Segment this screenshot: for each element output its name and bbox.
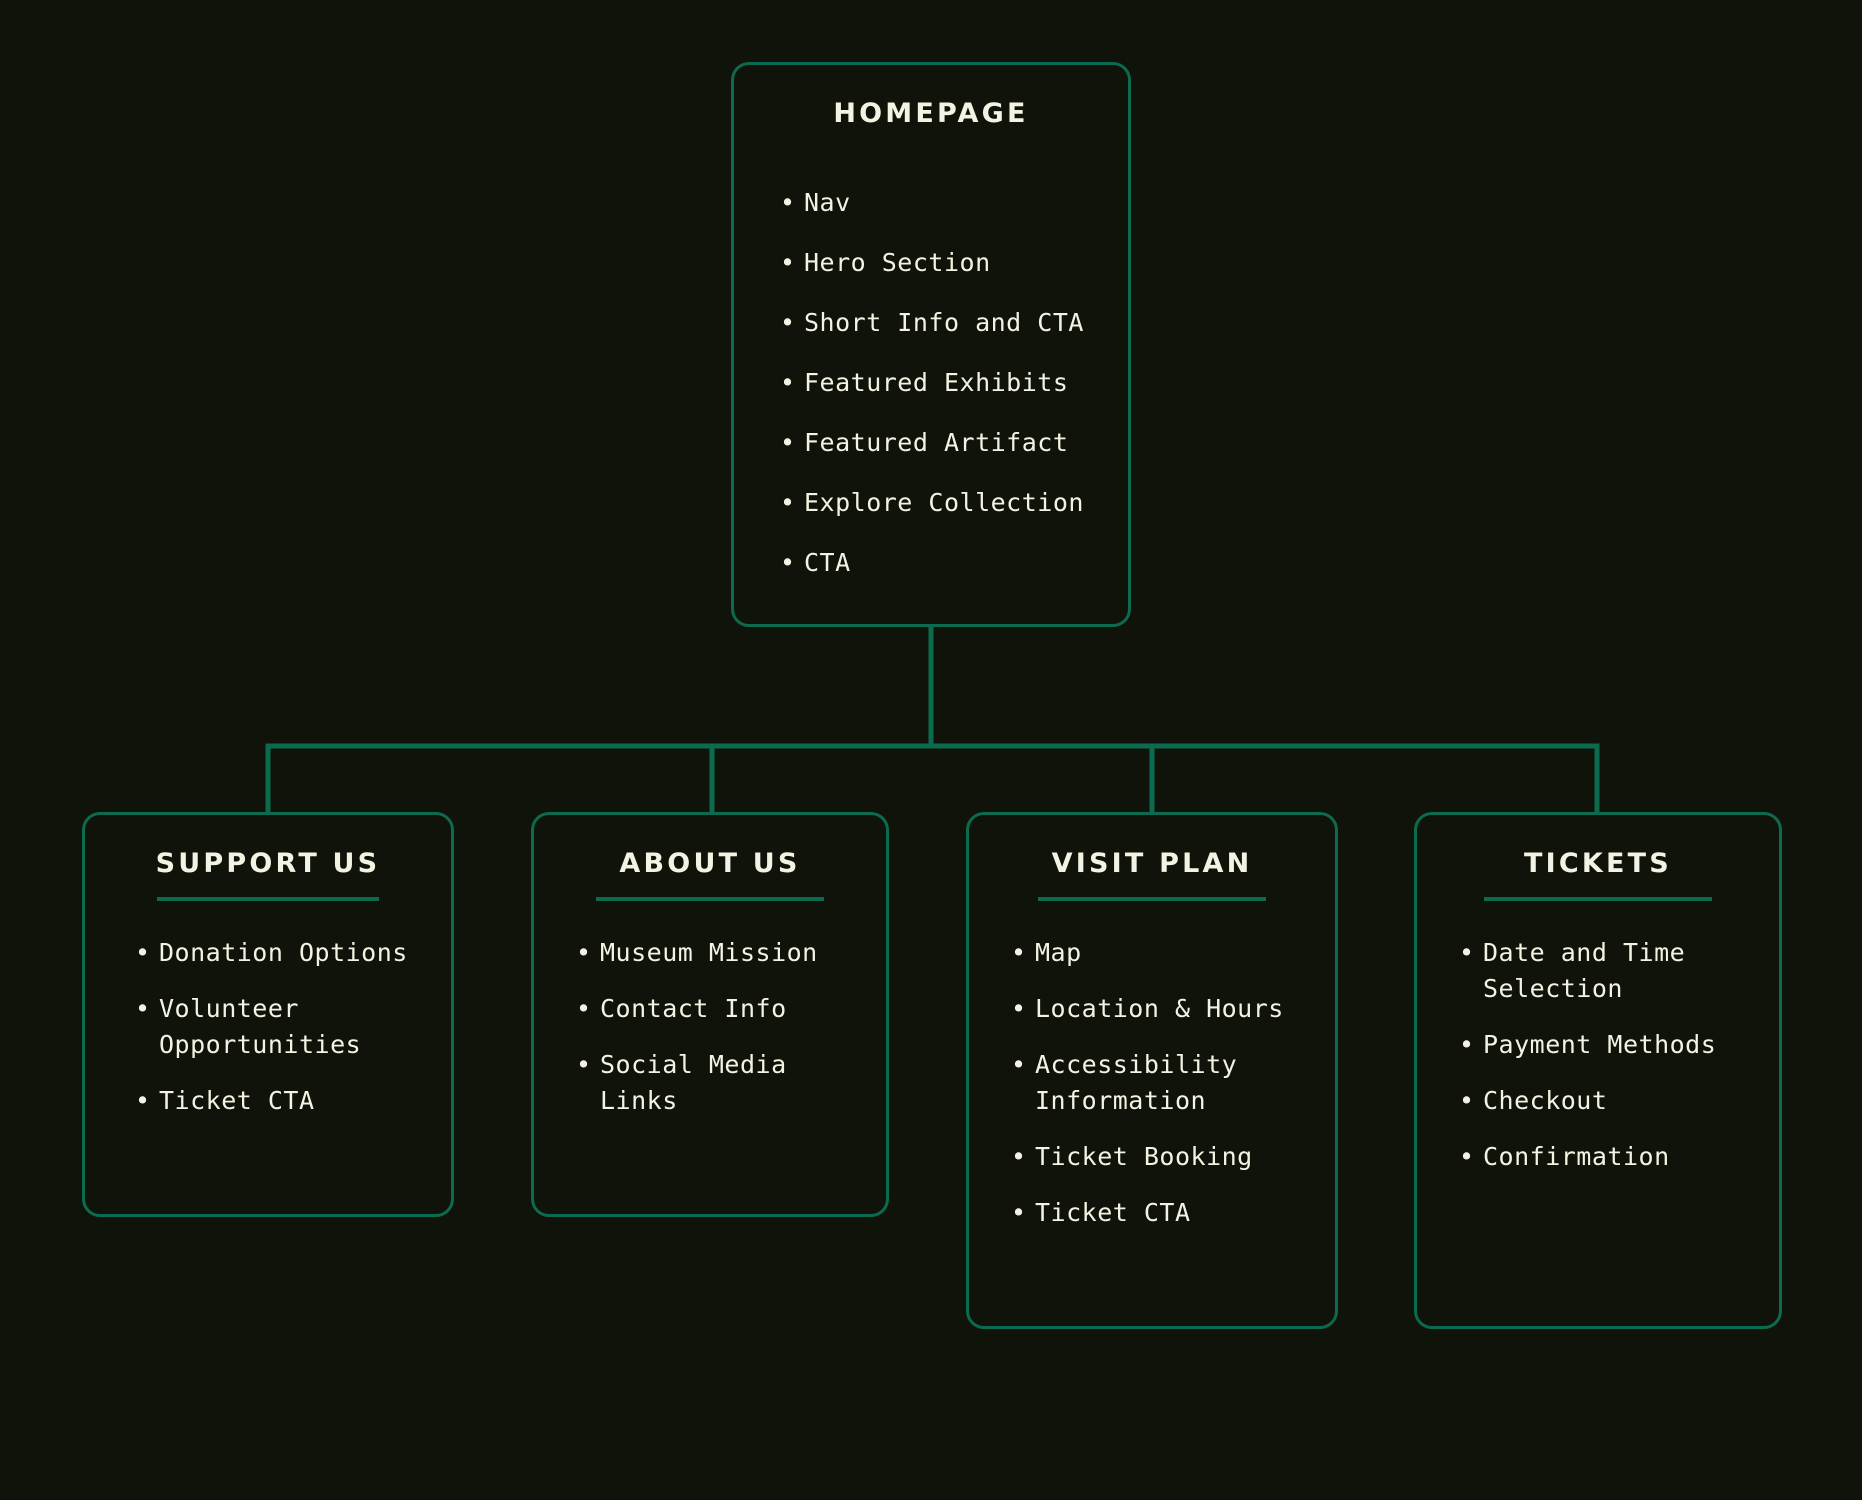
list-item: Short Info and CTA xyxy=(778,305,1098,341)
node-support-us[interactable]: SUPPORT US Donation Options Volunteer Op… xyxy=(82,812,454,1217)
list-item: Checkout xyxy=(1457,1083,1749,1119)
list-item: Contact Info xyxy=(574,991,856,1027)
list-item: Hero Section xyxy=(778,245,1098,281)
list-item: Accessibility Information xyxy=(1009,1047,1305,1119)
list-item: Volunteer Opportunities xyxy=(133,991,421,1063)
node-tickets[interactable]: TICKETS Date and Time Selection Payment … xyxy=(1414,812,1782,1329)
list-item: Ticket CTA xyxy=(133,1083,421,1119)
list-item: Featured Artifact xyxy=(778,425,1098,461)
node-about-us-rule xyxy=(596,896,824,901)
sitemap-canvas: HOMEPAGE Nav Hero Section Short Info and… xyxy=(0,0,1862,1500)
node-visit-plan-title: VISIT PLAN xyxy=(1051,848,1253,879)
node-homepage-list: Nav Hero Section Short Info and CTA Feat… xyxy=(764,185,1098,605)
node-about-us[interactable]: ABOUT US Museum Mission Contact Info Soc… xyxy=(531,812,889,1217)
list-item: CTA xyxy=(778,545,1098,581)
node-support-us-rule xyxy=(157,896,379,901)
list-item: Payment Methods xyxy=(1457,1027,1749,1063)
list-item: Featured Exhibits xyxy=(778,365,1098,401)
node-tickets-rule xyxy=(1484,896,1712,901)
list-item: Nav xyxy=(778,185,1098,221)
node-visit-plan[interactable]: VISIT PLAN Map Location & Hours Accessib… xyxy=(966,812,1338,1329)
node-tickets-title: TICKETS xyxy=(1524,848,1672,879)
node-about-us-title: ABOUT US xyxy=(619,848,801,879)
list-item: Location & Hours xyxy=(1009,991,1305,1027)
node-visit-plan-list: Map Location & Hours Accessibility Infor… xyxy=(999,935,1305,1231)
node-tickets-list: Date and Time Selection Payment Methods … xyxy=(1447,935,1749,1175)
node-support-us-title: SUPPORT US xyxy=(155,848,381,879)
node-about-us-list: Museum Mission Contact Info Social Media… xyxy=(564,935,856,1119)
list-item: Donation Options xyxy=(133,935,421,971)
list-item: Confirmation xyxy=(1457,1139,1749,1175)
list-item: Ticket CTA xyxy=(1009,1195,1305,1231)
node-support-us-list: Donation Options Volunteer Opportunities… xyxy=(115,935,421,1119)
list-item: Map xyxy=(1009,935,1305,971)
list-item: Museum Mission xyxy=(574,935,856,971)
list-item: Explore Collection xyxy=(778,485,1098,521)
node-homepage[interactable]: HOMEPAGE Nav Hero Section Short Info and… xyxy=(731,62,1131,627)
list-item: Date and Time Selection xyxy=(1457,935,1749,1007)
list-item: Ticket Booking xyxy=(1009,1139,1305,1175)
list-item: Social Media Links xyxy=(574,1047,856,1119)
node-homepage-title: HOMEPAGE xyxy=(833,98,1029,129)
node-visit-plan-rule xyxy=(1038,896,1266,901)
